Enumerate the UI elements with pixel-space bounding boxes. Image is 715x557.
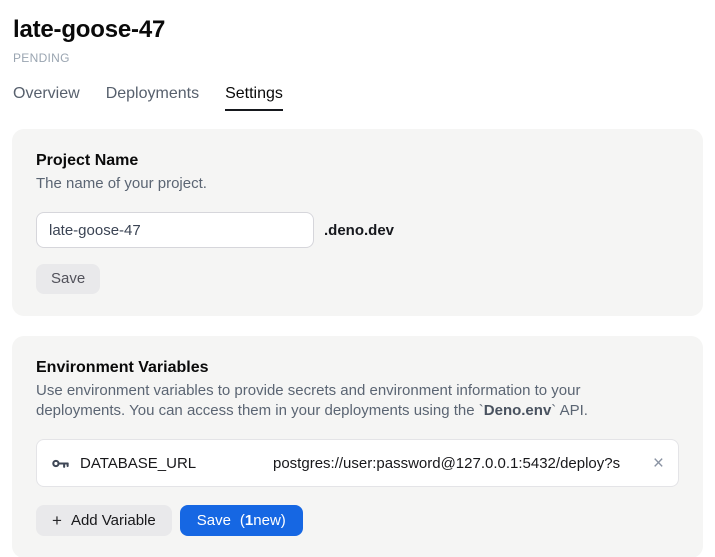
env-save-label: Save <box>197 512 231 530</box>
env-vars-save-button[interactable]: Save(1 new) <box>180 505 303 536</box>
env-vars-description-code: Deno.env <box>484 402 552 419</box>
project-name-save-button[interactable]: Save <box>36 264 100 294</box>
env-vars-description: Use environment variables to provide sec… <box>36 381 636 421</box>
env-variable-value: postgres://user:password@127.0.0.1:5432/… <box>273 455 645 472</box>
project-name-input[interactable] <box>36 212 314 248</box>
project-name-card: Project Name The name of your project. .… <box>12 129 703 316</box>
env-variable-row: DATABASE_URL postgres://user:password@12… <box>36 439 679 487</box>
env-save-count-suffix: new) <box>253 512 286 530</box>
page-title: late-goose-47 <box>12 16 703 44</box>
env-variable-key: DATABASE_URL <box>80 455 196 472</box>
env-vars-actions: + Add Variable Save(1 new) <box>36 505 679 536</box>
tab-overview[interactable]: Overview <box>13 84 80 111</box>
project-name-title: Project Name <box>36 151 679 170</box>
add-variable-button[interactable]: + Add Variable <box>36 505 172 536</box>
project-name-description: The name of your project. <box>36 174 636 194</box>
status-badge: PENDING <box>12 51 703 65</box>
key-icon <box>51 454 70 473</box>
tab-deployments[interactable]: Deployments <box>106 84 199 111</box>
project-name-input-row: .deno.dev <box>36 212 679 248</box>
env-vars-title: Environment Variables <box>36 358 679 377</box>
add-variable-label: Add Variable <box>71 512 156 530</box>
env-save-count: 1 <box>245 512 253 530</box>
tab-settings[interactable]: Settings <box>225 84 283 111</box>
env-variable-key-wrap: DATABASE_URL <box>51 454 273 473</box>
plus-icon: + <box>52 512 62 530</box>
domain-suffix: .deno.dev <box>324 222 394 239</box>
env-vars-card: Environment Variables Use environment va… <box>12 336 703 557</box>
remove-variable-button close-icon[interactable]: × <box>651 454 666 473</box>
tab-bar: Overview Deployments Settings <box>12 84 703 111</box>
env-vars-description-tail: ` API. <box>551 402 588 419</box>
